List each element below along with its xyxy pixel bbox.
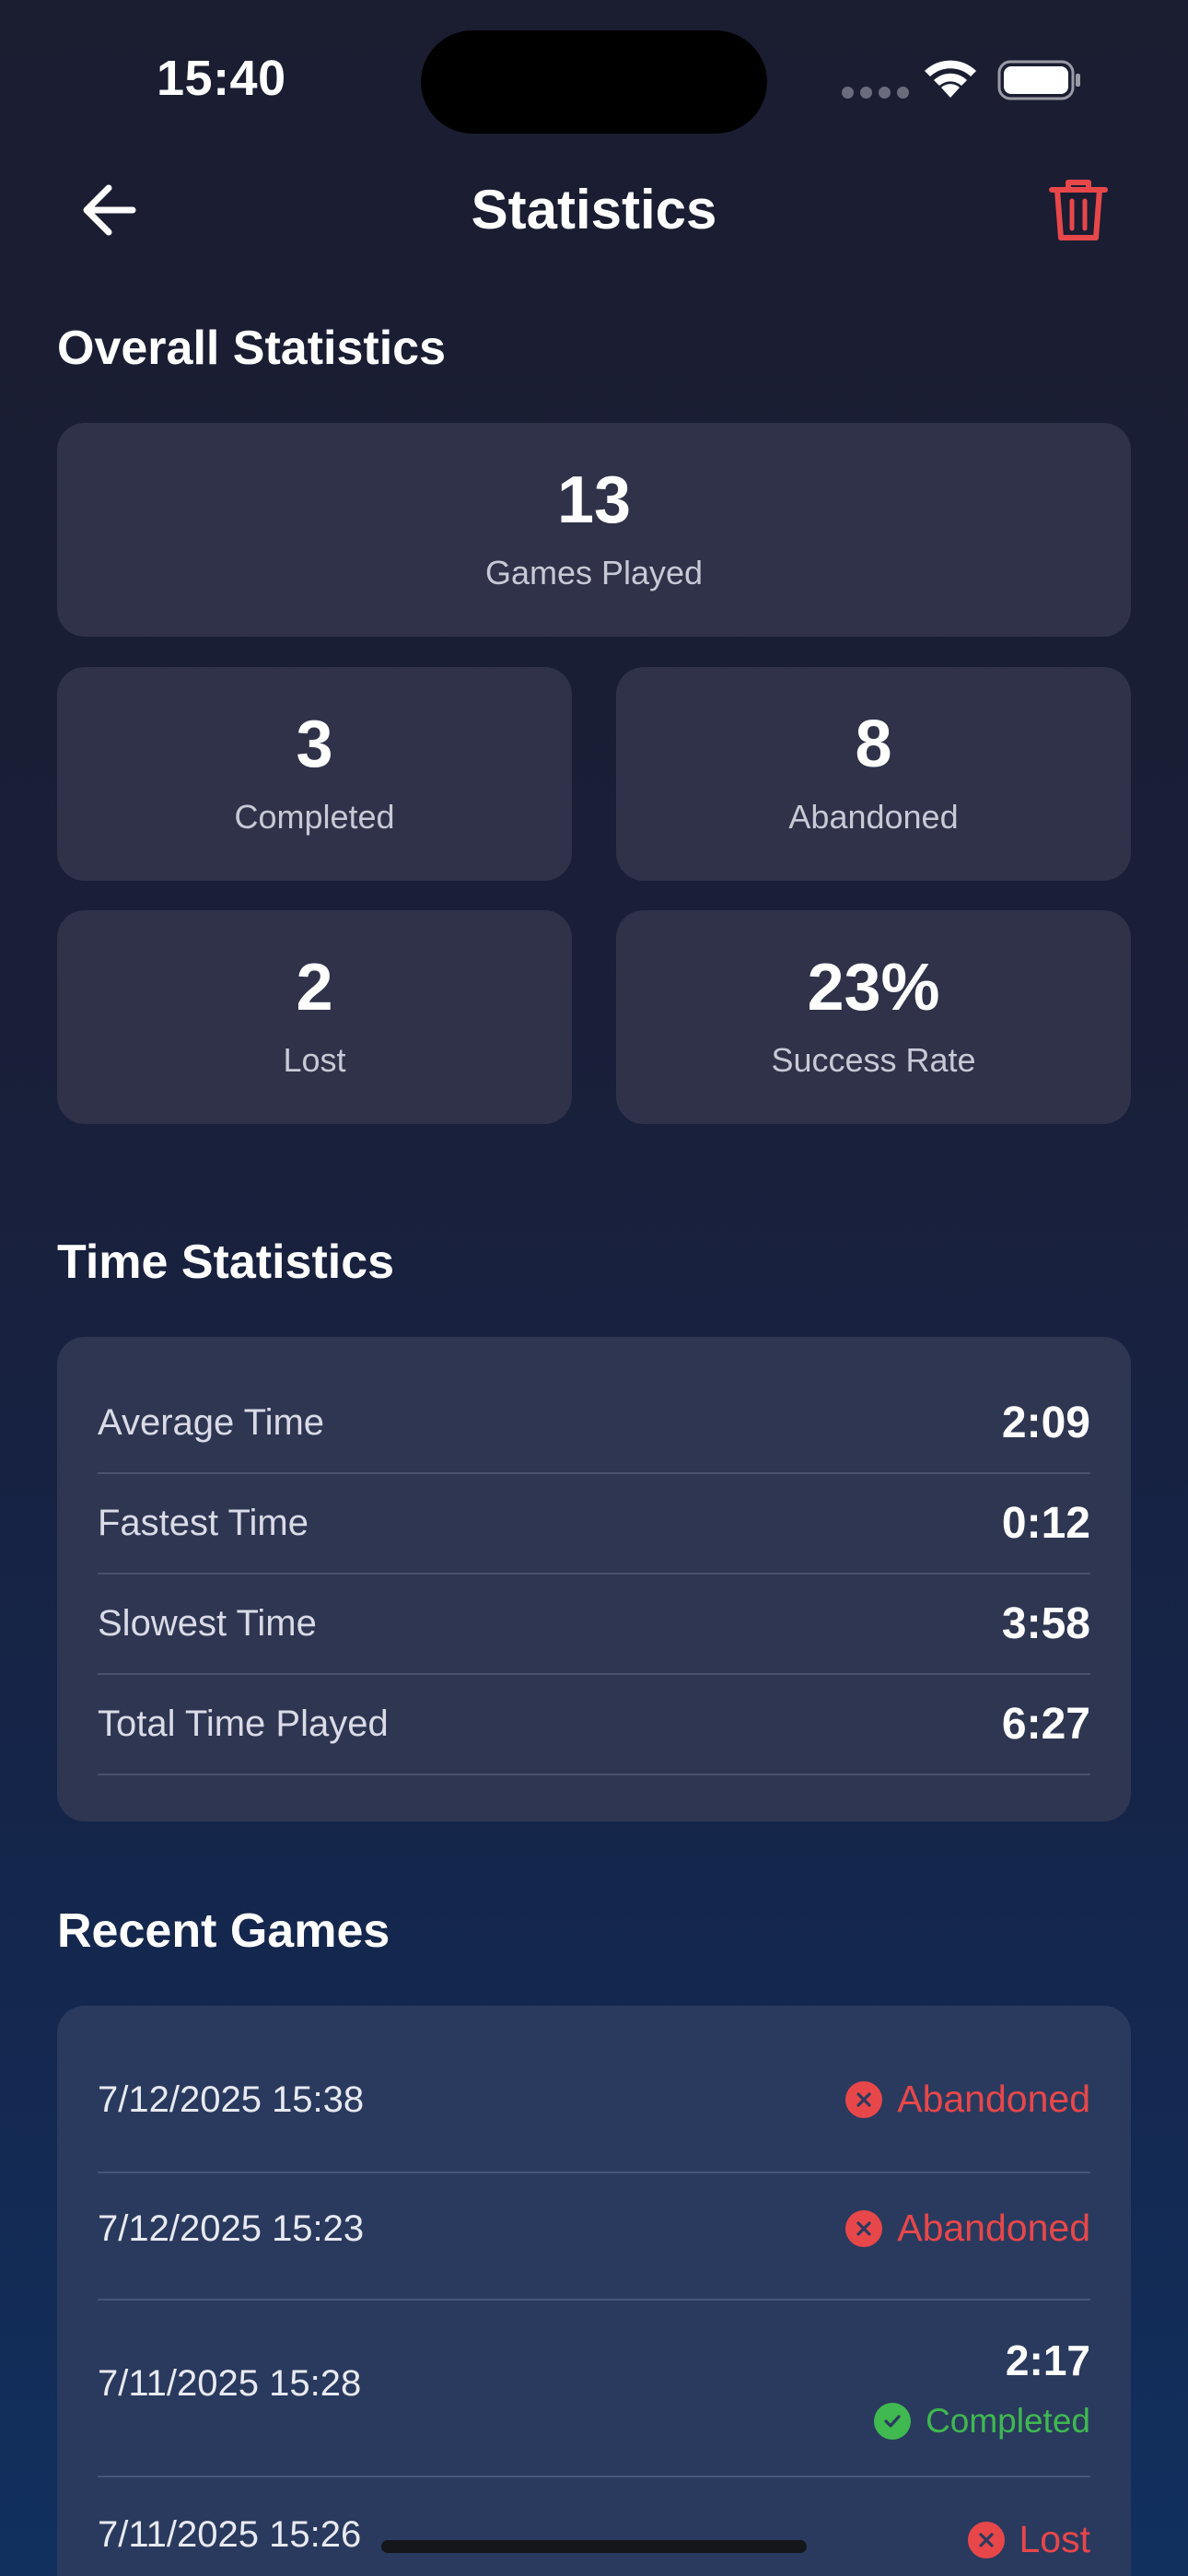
- time-stat-value: 3:58: [1001, 1599, 1090, 1648]
- page-title: Statistics: [471, 179, 717, 240]
- time-stat-label: Slowest Time: [98, 1603, 317, 1644]
- time-stat-label: Total Time Played: [98, 1704, 389, 1744]
- game-date: 7/11/2025 15:28: [98, 2363, 362, 2404]
- success-rate-card: 23% Success Rate: [616, 910, 1131, 1124]
- trash-icon: [1049, 180, 1108, 240]
- completed-label: Completed: [234, 798, 395, 836]
- game-list-item[interactable]: 7/12/2025 15:38 Abandoned: [98, 2006, 1090, 2173]
- time-stat-value: 6:27: [1001, 1700, 1090, 1749]
- overall-statistics-title: Overall Statistics: [57, 322, 446, 375]
- game-list-item[interactable]: 7/12/2025 15:23 Abandoned: [98, 2173, 1090, 2301]
- status-bar: 15:40: [0, 0, 1188, 157]
- game-status: Completed: [874, 2402, 1090, 2441]
- success-rate-value: 23%: [807, 951, 940, 1025]
- abandoned-label: Abandoned: [788, 798, 959, 836]
- x-circle-icon: [967, 2521, 1005, 2558]
- time-statistics-panel: Average Time 2:09 Fastest Time 0:12 Slow…: [57, 1337, 1131, 1821]
- game-duration: 2:17: [1005, 2336, 1090, 2384]
- wifi-icon: [925, 60, 976, 98]
- home-indicator[interactable]: [381, 2540, 807, 2553]
- status-time: 15:40: [157, 51, 286, 106]
- games-played-card: 13 Games Played: [57, 423, 1131, 637]
- game-date: 7/12/2025 15:38: [98, 2079, 365, 2120]
- battery-icon: [997, 60, 1080, 100]
- time-stat-row: Slowest Time 3:58: [98, 1575, 1090, 1675]
- time-stat-label: Fastest Time: [98, 1503, 309, 1543]
- game-status: Lost: [967, 2518, 1091, 2561]
- delete-stats-button[interactable]: [1048, 177, 1109, 243]
- time-stat-row: Average Time 2:09: [98, 1374, 1090, 1474]
- game-date: 7/12/2025 15:23: [98, 2208, 365, 2249]
- lost-label: Lost: [283, 1041, 346, 1079]
- check-circle-icon: [874, 2403, 912, 2440]
- game-status-label: Lost: [1019, 2518, 1091, 2560]
- lost-card: 2 Lost: [57, 910, 572, 1124]
- time-stat-label: Average Time: [98, 1402, 325, 1443]
- game-list-item[interactable]: 7/11/2025 15:26 Lost: [98, 2477, 1090, 2576]
- game-date: 7/11/2025 15:26: [98, 2514, 362, 2555]
- game-status-label: Abandoned: [897, 2207, 1090, 2249]
- success-rate-label: Success Rate: [771, 1041, 976, 1079]
- x-circle-icon: [845, 2080, 883, 2118]
- time-statistics-title: Time Statistics: [57, 1235, 395, 1289]
- dynamic-island: [421, 30, 767, 134]
- time-stat-row: Fastest Time 0:12: [98, 1474, 1090, 1575]
- games-played-label: Games Played: [484, 554, 704, 591]
- completed-card: 3 Completed: [57, 667, 572, 881]
- abandoned-card: 8 Abandoned: [616, 667, 1131, 881]
- signal-dots-icon: [842, 87, 909, 99]
- lost-value: 2: [296, 951, 333, 1025]
- recent-games-panel: 7/12/2025 15:38 Abandoned 7/12/2025 15:2…: [57, 2006, 1131, 2576]
- time-stat-value: 2:09: [1001, 1399, 1090, 1447]
- game-status: Abandoned: [845, 2207, 1090, 2250]
- game-status-label: Completed: [926, 2402, 1090, 2440]
- time-stat-value: 0:12: [1001, 1499, 1090, 1548]
- time-stat-row: Total Time Played 6:27: [98, 1675, 1090, 1775]
- x-circle-icon: [845, 2209, 883, 2247]
- game-status: Abandoned: [845, 2078, 1090, 2121]
- completed-value: 3: [296, 708, 333, 781]
- abandoned-value: 8: [855, 708, 892, 781]
- game-list-item[interactable]: 7/11/2025 15:28 2:17 Completed: [98, 2301, 1090, 2477]
- recent-games-title: Recent Games: [57, 1904, 390, 1958]
- game-status-label: Abandoned: [897, 2078, 1090, 2120]
- games-played-value: 13: [556, 463, 632, 537]
